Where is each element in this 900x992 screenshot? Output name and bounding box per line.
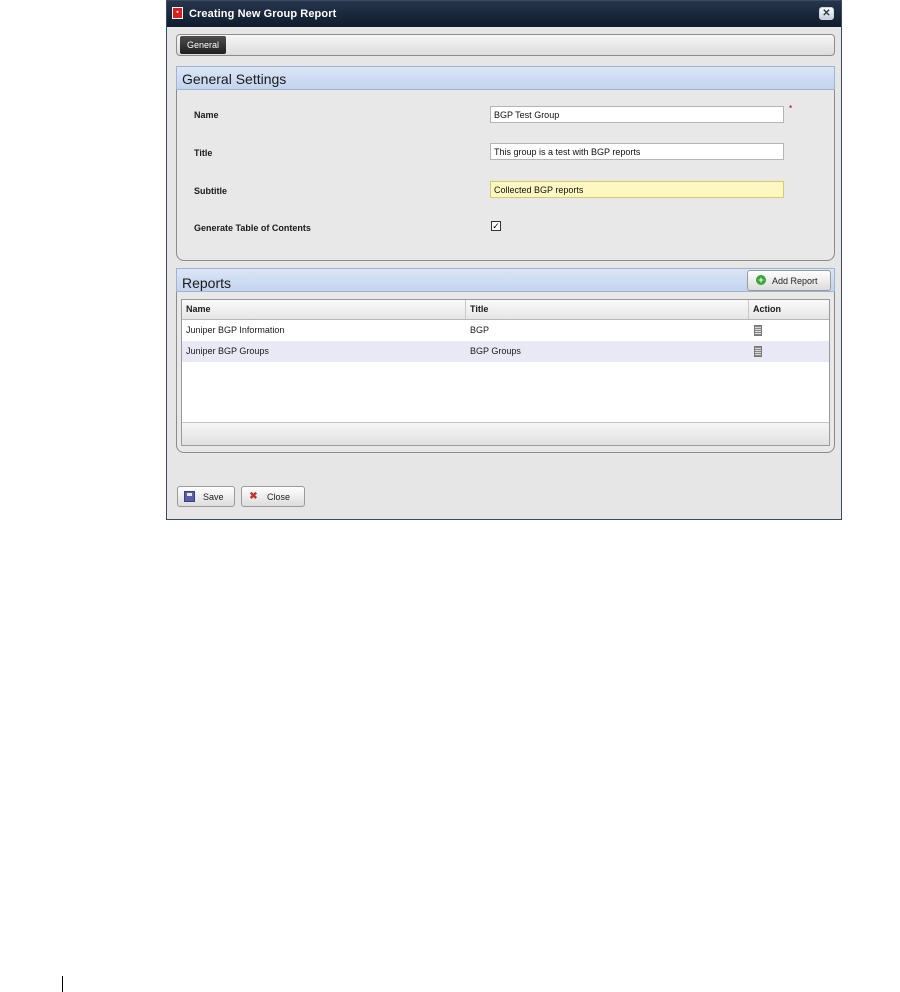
tab-bar: General — [176, 34, 835, 56]
close-x-icon: ✖ — [249, 491, 258, 502]
window-title: Creating New Group Report — [189, 8, 337, 20]
save-icon — [184, 491, 195, 502]
general-settings-header: General Settings — [176, 66, 835, 90]
general-settings-panel: Name * Title Subtitle Generate Table of … — [176, 90, 835, 261]
title-label: Title — [194, 148, 213, 158]
report-app-icon: ▪ — [172, 7, 183, 19]
add-icon: + — [756, 275, 766, 285]
tab-general[interactable]: General — [180, 36, 227, 54]
general-settings-title: General Settings — [182, 71, 287, 87]
window-title-bar[interactable]: ▪ Creating New Group Report ✕ — [167, 1, 841, 27]
subtitle-field[interactable] — [490, 181, 784, 198]
toc-checkbox[interactable]: ✓ — [491, 221, 501, 231]
report-title-cell: BGP Groups — [470, 346, 521, 356]
grid-footer — [182, 422, 829, 445]
page-margin-bar — [62, 976, 63, 992]
toc-label: Generate Table of Contents — [194, 223, 311, 233]
close-button[interactable]: ✖ Close — [241, 486, 305, 507]
table-row[interactable]: Juniper BGP Information BGP — [182, 320, 829, 341]
close-icon[interactable]: ✕ — [819, 7, 834, 20]
name-field[interactable] — [490, 106, 784, 123]
report-name-cell: Juniper BGP Information — [186, 325, 285, 335]
save-button[interactable]: Save — [177, 486, 235, 507]
add-report-label: Add Report — [772, 276, 818, 286]
edit-icon[interactable] — [754, 346, 762, 357]
title-field[interactable] — [490, 143, 784, 160]
add-report-button[interactable]: + Add Report — [747, 270, 831, 291]
grid-header: Name Title Action — [182, 300, 829, 320]
reports-title: Reports — [182, 275, 232, 291]
column-header-name[interactable]: Name — [182, 300, 466, 319]
group-report-dialog: ▪ Creating New Group Report ✕ General Ge… — [166, 0, 842, 520]
name-label: Name — [194, 110, 219, 120]
save-label: Save — [203, 492, 224, 502]
reports-grid: Name Title Action Juniper BGP Informatio… — [181, 299, 830, 446]
edit-icon[interactable] — [754, 325, 762, 336]
table-row[interactable]: Juniper BGP Groups BGP Groups — [182, 341, 829, 362]
column-header-action[interactable]: Action — [749, 300, 829, 319]
required-indicator: * — [789, 104, 793, 113]
close-label: Close — [267, 492, 291, 502]
reports-header: Reports — [176, 268, 835, 292]
subtitle-label: Subtitle — [194, 186, 227, 196]
report-title-cell: BGP — [470, 325, 490, 335]
report-name-cell: Juniper BGP Groups — [186, 346, 269, 356]
column-header-title[interactable]: Title — [466, 300, 749, 319]
